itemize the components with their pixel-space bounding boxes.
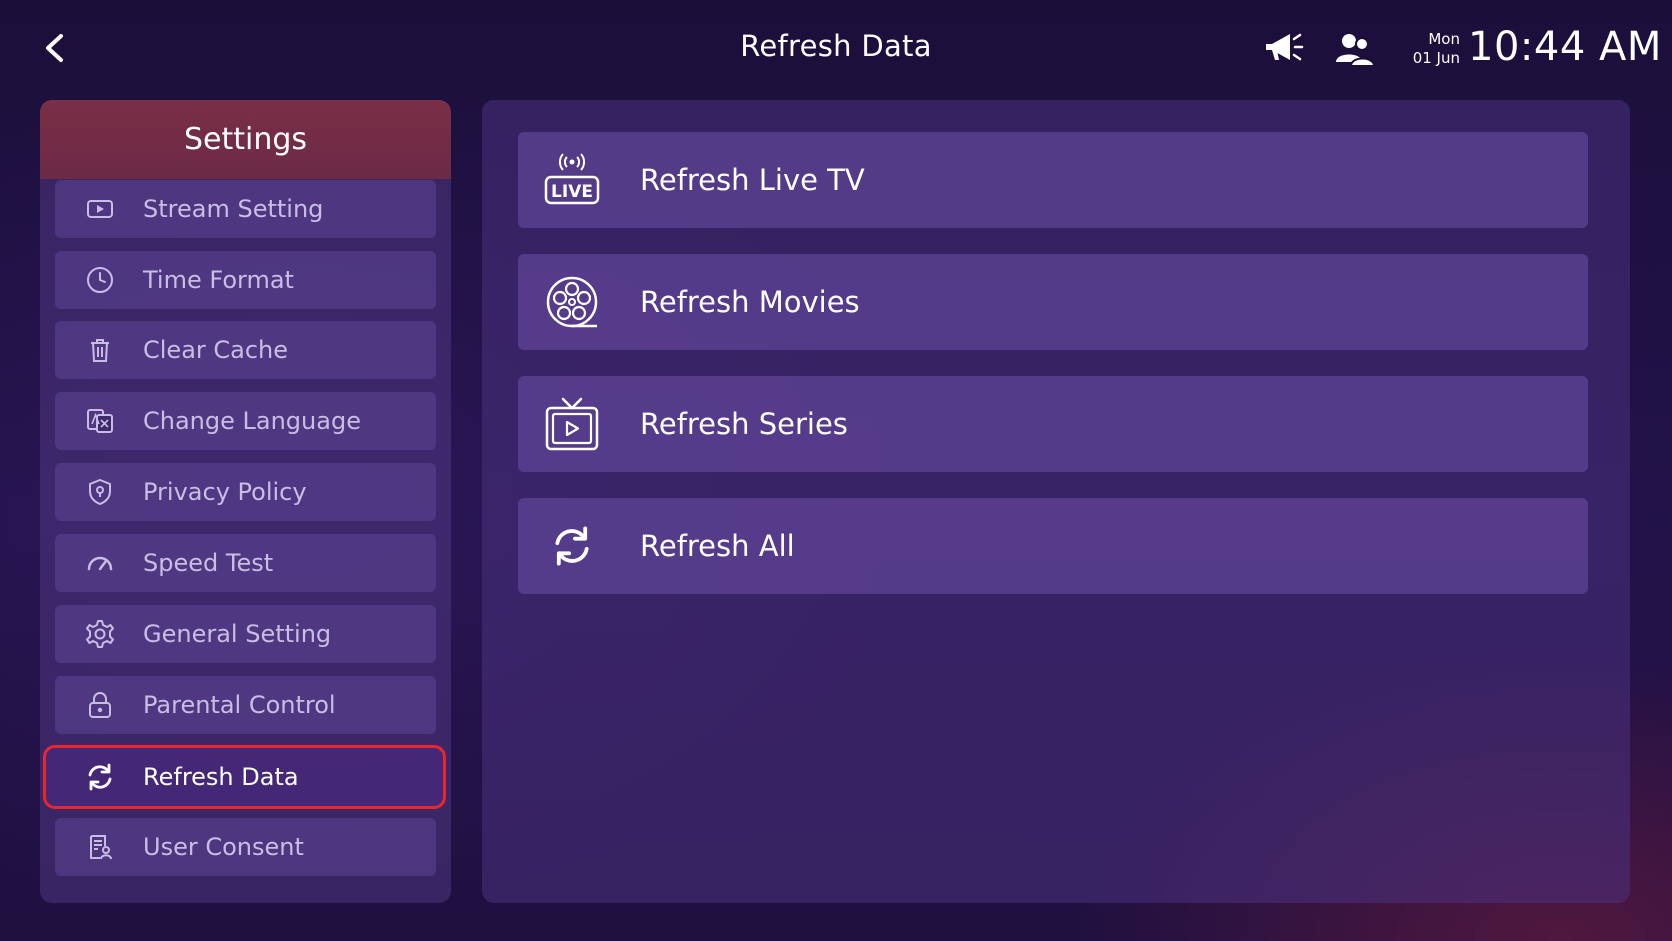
sidebar-item-parental-control[interactable]: Parental Control [55,676,436,734]
sidebar-header: Settings [40,100,451,179]
shield-icon [85,477,115,507]
sidebar-item-privacy-policy[interactable]: Privacy Policy [55,463,436,521]
film-reel-icon [542,272,602,332]
top-bar: Refresh Data Mon 01 Jun 10:44 AM [0,0,1672,100]
clock: 10:44 AM [1468,24,1662,70]
refresh-options-panel: LIVE Refresh Live TV Refresh Movies Refr… [482,100,1630,903]
date-date: 01 Jun [1412,49,1460,67]
sidebar-item-label: General Setting [143,620,332,648]
refresh-live-tv-button[interactable]: LIVE Refresh Live TV [518,132,1588,228]
users-icon [1336,34,1376,67]
clock-icon [85,265,115,295]
sidebar-item-time-format[interactable]: Time Format [55,251,436,309]
action-label: Refresh Series [640,407,848,441]
action-label: Refresh Movies [640,285,860,319]
tv-play-icon [542,394,602,454]
sidebar-item-label: Speed Test [143,549,274,577]
sidebar-item-label: Refresh Data [143,763,299,791]
sidebar-item-general-setting[interactable]: General Setting [55,605,436,663]
sidebar-item-refresh-data[interactable]: Refresh Data [43,745,446,809]
sidebar-item-user-consent[interactable]: User Consent [55,818,436,876]
lock-icon [85,690,115,720]
date-day: Mon [1428,30,1460,48]
sidebar-title: Settings [183,122,308,157]
announcements-button[interactable] [1262,28,1306,68]
profiles-button[interactable] [1334,30,1376,68]
sidebar-item-clear-cache[interactable]: Clear Cache [55,321,436,379]
live-broadcast-icon: LIVE [542,150,602,210]
sidebar-item-change-language[interactable]: Change Language [55,392,436,450]
sidebar-item-label: Time Format [143,266,294,294]
refresh-all-button[interactable]: Refresh All [518,498,1588,594]
settings-sidebar: Settings Stream Setting Time Format Clea… [40,100,451,903]
action-label: Refresh All [640,529,795,563]
translate-icon [85,406,115,436]
refresh-icon [542,516,602,576]
refresh-movies-button[interactable]: Refresh Movies [518,254,1588,350]
sidebar-item-label: Stream Setting [143,195,324,223]
document-user-icon [85,832,115,862]
action-label: Refresh Live TV [640,163,865,197]
refresh-icon [85,762,115,792]
sidebar-item-speed-test[interactable]: Speed Test [55,534,436,592]
date-display: Mon 01 Jun [1408,30,1460,68]
play-box-icon [85,194,115,224]
sidebar-item-label: User Consent [143,833,304,861]
sidebar-item-stream-setting[interactable]: Stream Setting [55,180,436,238]
trash-icon [85,335,115,365]
gear-icon [85,619,115,649]
sidebar-item-label: Change Language [143,407,361,435]
sidebar-item-label: Parental Control [143,691,336,719]
sidebar-item-label: Clear Cache [143,336,289,364]
refresh-series-button[interactable]: Refresh Series [518,376,1588,472]
sidebar-item-label: Privacy Policy [143,478,307,506]
megaphone-icon [1266,33,1304,61]
speedometer-icon [85,548,115,578]
live-icon-text: LIVE [551,182,593,202]
